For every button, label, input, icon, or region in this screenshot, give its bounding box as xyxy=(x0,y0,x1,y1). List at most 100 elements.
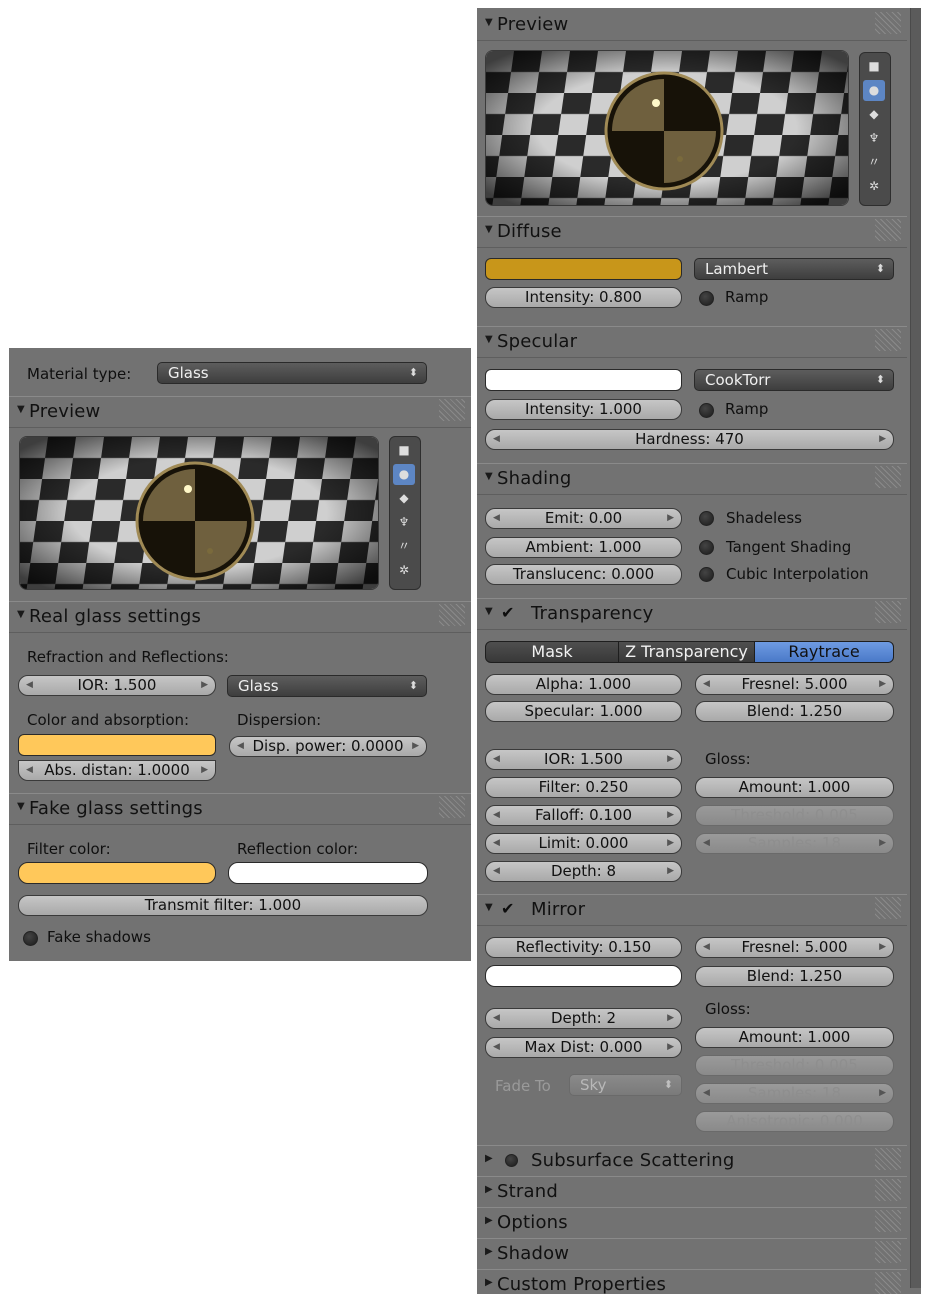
transparency-falloff-field[interactable]: ◀ Falloff: 0.100 ▶ xyxy=(485,805,682,826)
custom-properties-header[interactable]: ▶ Custom Properties xyxy=(477,1269,907,1300)
fake-shadows-checkbox[interactable] xyxy=(23,931,38,946)
emit-field[interactable]: ◀ Emit: 0.00 ▶ xyxy=(485,508,682,529)
real-glass-title: Real glass settings xyxy=(29,606,202,627)
mirror-gloss-amount-field[interactable]: Amount: 1.000 xyxy=(695,1027,894,1048)
reflectivity-field[interactable]: Reflectivity: 0.150 xyxy=(485,937,682,958)
drag-handle-icon[interactable] xyxy=(875,1272,901,1294)
specular-ramp-checkbox[interactable] xyxy=(699,403,714,418)
mirror-blend-field[interactable]: Blend: 1.250 xyxy=(695,966,894,987)
shading-header[interactable]: ▼ Shading xyxy=(477,463,907,495)
transmit-filter-field[interactable]: Transmit filter: 1.000 xyxy=(18,895,428,916)
specular-shader-dropdown[interactable]: CookTorr ⬍ xyxy=(694,369,894,391)
cubic-interpolation-checkbox[interactable] xyxy=(699,567,714,582)
flat-preview-icon[interactable]: ■ xyxy=(393,440,415,461)
monkey-preview-icon[interactable]: ♆ xyxy=(863,128,885,149)
drag-handle-icon[interactable] xyxy=(875,12,901,34)
ior-type-dropdown[interactable]: Glass ⬍ xyxy=(227,675,427,697)
transparency-blend-field[interactable]: Blend: 1.250 xyxy=(695,701,894,722)
transparency-filter-field[interactable]: Filter: 0.250 xyxy=(485,777,682,798)
mirror-color-swatch[interactable] xyxy=(485,965,682,987)
cube-preview-icon[interactable]: ◆ xyxy=(393,488,415,509)
diffuse-color-swatch[interactable] xyxy=(485,258,682,280)
drag-handle-icon[interactable] xyxy=(875,329,901,351)
transparency-ior-field[interactable]: ◀ IOR: 1.500 ▶ xyxy=(485,749,682,770)
transparency-limit-field[interactable]: ◀ Limit: 0.000 ▶ xyxy=(485,833,682,854)
ior-field[interactable]: ◀ IOR: 1.500 ▶ xyxy=(18,675,216,696)
drag-handle-icon[interactable] xyxy=(875,1148,901,1170)
mirror-fresnel-field[interactable]: ◀ Fresnel: 5.000 ▶ xyxy=(695,937,894,958)
mirror-anisotropic-field[interactable]: Anisotropic: 0.000 xyxy=(695,1111,894,1132)
real-glass-header[interactable]: ▼ Real glass settings xyxy=(9,601,471,633)
diffuse-ramp-checkbox[interactable] xyxy=(699,291,714,306)
transparency-gloss-threshold-field[interactable]: Threshold: 0.005 xyxy=(695,805,894,826)
specular-intensity-field[interactable]: Intensity: 1.000 xyxy=(485,399,682,420)
sky-preview-icon[interactable]: ✲ xyxy=(393,560,415,581)
drag-handle-icon[interactable] xyxy=(439,604,465,626)
transparency-mode-raytrace[interactable]: Raytrace xyxy=(754,641,894,663)
transparency-specular-field[interactable]: Specular: 1.000 xyxy=(485,701,682,722)
filter-color-swatch[interactable] xyxy=(18,862,216,884)
mirror-gloss-samples-field[interactable]: ◀ Samples: 18 ▶ xyxy=(695,1083,894,1104)
translucency-field[interactable]: Translucenc: 0.000 xyxy=(485,564,682,585)
mirror-max-dist-field[interactable]: ◀ Max Dist: 0.000 ▶ xyxy=(485,1037,682,1058)
options-header[interactable]: ▶ Options xyxy=(477,1207,907,1239)
drag-handle-icon[interactable] xyxy=(875,1241,901,1263)
enable-checkmark-icon[interactable]: ✔ xyxy=(501,603,514,622)
sky-preview-icon[interactable]: ✲ xyxy=(863,176,885,197)
mirror-header[interactable]: ▼ ✔ Mirror xyxy=(477,894,907,926)
flat-preview-icon[interactable]: ■ xyxy=(863,56,885,77)
monkey-preview-icon[interactable]: ♆ xyxy=(393,512,415,533)
fade-to-value: Sky xyxy=(580,1076,607,1094)
sphere-preview-icon[interactable]: ● xyxy=(863,80,885,101)
hardness-field[interactable]: ◀ Hardness: 470 ▶ xyxy=(485,429,894,450)
drag-handle-icon[interactable] xyxy=(439,399,465,421)
scrollbar[interactable] xyxy=(910,8,921,1288)
drag-handle-icon[interactable] xyxy=(875,1179,901,1201)
hair-preview-icon[interactable]: 〃 xyxy=(863,152,885,173)
cube-preview-icon[interactable]: ◆ xyxy=(863,104,885,125)
abs-distance-field[interactable]: ◀ Abs. distan: 1.0000 ▶ xyxy=(18,760,216,781)
drag-handle-icon[interactable] xyxy=(875,1210,901,1232)
drag-handle-icon[interactable] xyxy=(875,601,901,623)
preview-header[interactable]: ▼ Preview xyxy=(9,396,471,428)
hair-preview-icon[interactable]: 〃 xyxy=(393,536,415,557)
collapsed-triangle-icon: ▶ xyxy=(485,1277,493,1288)
diffuse-shader-dropdown[interactable]: Lambert ⬍ xyxy=(694,258,894,280)
disp-power-field[interactable]: ◀ Disp. power: 0.0000 ▶ xyxy=(229,736,427,757)
raytrace-label: Raytrace xyxy=(788,642,860,661)
specular-header[interactable]: ▼ Specular xyxy=(477,326,907,358)
transparency-gloss-samples-value: Samples: 18 xyxy=(748,834,841,852)
material-type-dropdown[interactable]: Glass ⬍ xyxy=(157,362,427,384)
mirror-depth-field[interactable]: ◀ Depth: 2 ▶ xyxy=(485,1008,682,1029)
transparency-mode-mask[interactable]: Mask xyxy=(485,641,619,663)
tangent-shading-checkbox[interactable] xyxy=(699,540,714,555)
transparency-depth-field[interactable]: ◀ Depth: 8 ▶ xyxy=(485,861,682,882)
specular-color-swatch[interactable] xyxy=(485,369,682,391)
fake-glass-header[interactable]: ▼ Fake glass settings xyxy=(9,793,471,825)
enable-checkmark-icon[interactable]: ✔ xyxy=(501,899,514,918)
preview-header[interactable]: ▼ Preview xyxy=(477,10,907,41)
sphere-preview-icon[interactable]: ● xyxy=(393,464,415,485)
transparency-gloss-samples-field[interactable]: ◀ Samples: 18 ▶ xyxy=(695,833,894,854)
enable-sss-checkbox[interactable] xyxy=(505,1154,518,1167)
diffuse-intensity-field[interactable]: Intensity: 0.800 xyxy=(485,287,682,308)
strand-header[interactable]: ▶ Strand xyxy=(477,1176,907,1208)
mirror-gloss-threshold-field[interactable]: Threshold: 0.005 xyxy=(695,1055,894,1076)
shadow-header[interactable]: ▶ Shadow xyxy=(477,1238,907,1270)
transparency-fresnel-field[interactable]: ◀ Fresnel: 5.000 ▶ xyxy=(695,674,894,695)
transparency-header[interactable]: ▼ ✔ Transparency xyxy=(477,598,907,630)
reflection-color-swatch[interactable] xyxy=(228,862,428,884)
fade-to-dropdown[interactable]: Sky ⬍ xyxy=(569,1074,682,1096)
transparency-mode-ztransparency[interactable]: Z Transparency xyxy=(618,641,755,663)
alpha-field[interactable]: Alpha: 1.000 xyxy=(485,674,682,695)
drag-handle-icon[interactable] xyxy=(875,466,901,488)
subsurface-scattering-header[interactable]: ▶ Subsurface Scattering xyxy=(477,1145,907,1177)
shadeless-checkbox[interactable] xyxy=(699,511,714,526)
glass-absorption-color-swatch[interactable] xyxy=(18,734,216,756)
drag-handle-icon[interactable] xyxy=(875,897,901,919)
drag-handle-icon[interactable] xyxy=(439,796,465,818)
diffuse-header[interactable]: ▼ Diffuse xyxy=(477,216,907,248)
drag-handle-icon[interactable] xyxy=(875,219,901,241)
ambient-field[interactable]: Ambient: 1.000 xyxy=(485,537,682,558)
transparency-gloss-amount-field[interactable]: Amount: 1.000 xyxy=(695,777,894,798)
